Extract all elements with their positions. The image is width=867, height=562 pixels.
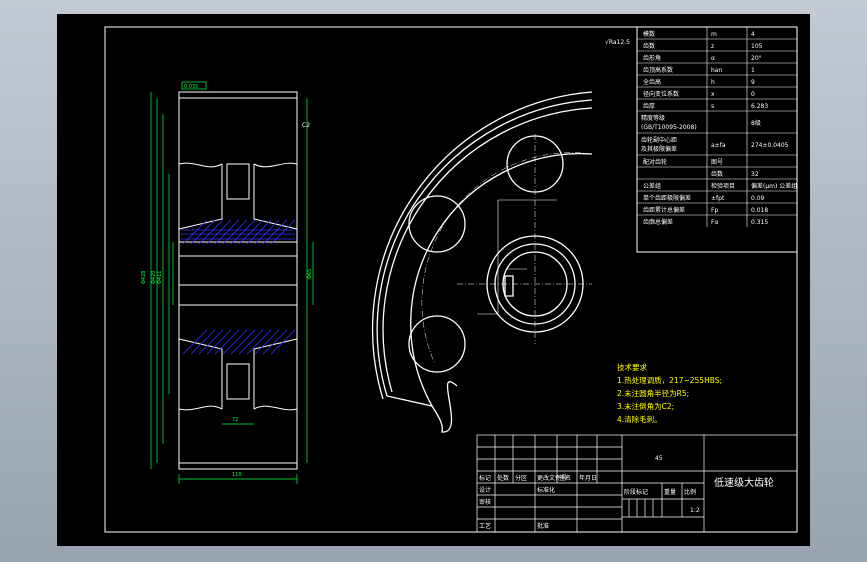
param-label: 齿廓总偏差 (643, 218, 673, 226)
param-value: 105 (751, 43, 763, 50)
param-label: 齿距累计总偏差 (643, 206, 685, 214)
tech-item-1: 1.热处理调质，217~255HBS; (617, 375, 722, 385)
param-value: 0.018 (751, 207, 768, 214)
param-label: 齿顶高系数 (643, 66, 673, 74)
param-symbol: Fp (711, 207, 718, 214)
dimension-lines (150, 81, 314, 484)
param-value: 0 (751, 91, 755, 98)
section-view (178, 91, 298, 470)
face-width-dim: 110 (232, 472, 242, 478)
roughness-note: √Ra12.5 (605, 39, 630, 46)
title-block-label: 标准化 (537, 486, 555, 494)
gear-parameter-table: 模数 m 4 齿数 z 105 齿形角 α 20° 齿顶高系数 han 1 全齿高 h 9 径向变位系数 x 0 齿… (636, 26, 798, 253)
title-block-label: 处数 (497, 474, 509, 482)
drawing-border (104, 26, 798, 533)
app-window: 110 72 Φ428 Φ420 Φ411 Φ65 0.035 C2 √Ra12… (0, 0, 867, 562)
tech-heading: 技术要求 (617, 362, 647, 372)
title-block-label: 签名 (559, 474, 571, 482)
param-value: 8级 (751, 119, 761, 127)
param-value: 4 (751, 31, 755, 38)
param-symbol: a±fa (711, 142, 726, 149)
param-symbol: 图号 (711, 159, 723, 166)
tech-requirements: 技术要求 1.热处理调质，217~255HBS; 2.未注圆角半径为R5; 3.… (617, 362, 722, 424)
param-label: 模数 (643, 30, 655, 38)
dim-callout-2: C2 (302, 122, 310, 129)
title-block-label: 设计 (479, 486, 491, 494)
title-block-label: 批准 (537, 522, 549, 530)
param-value: 1 (751, 67, 755, 74)
param-label: 全齿高 (643, 78, 661, 86)
param-symbol: z (711, 43, 714, 50)
dim-d65: Φ65 (307, 269, 313, 279)
dim-d428: Φ428 (141, 271, 147, 284)
param-label: 齿轮副中心距 (641, 136, 677, 144)
hub-width-dim: 72 (232, 417, 238, 423)
param-symbol: ±fpt (711, 195, 725, 202)
param-label: 径向变位系数 (643, 90, 679, 98)
param-symbol: h (711, 79, 715, 86)
tech-item-3: 3.未注倒角为C2; (617, 401, 674, 411)
param-value: 274±0.0405 (751, 142, 789, 149)
param-label: 齿形角 (643, 54, 661, 62)
param-value: 32 (751, 171, 759, 178)
param-label-sub: (GB/T10095-2008) (641, 124, 697, 131)
param-value: 9 (751, 79, 755, 86)
part-title: 低速级大齿轮 (714, 476, 774, 489)
param-symbol: Fα (711, 219, 718, 226)
front-view (371, 91, 593, 433)
param-label: 单个齿距极限偏差 (643, 194, 691, 202)
title-block-label: 工艺 (479, 522, 491, 530)
param-value: 6.283 (751, 103, 768, 110)
param-symbol: 齿数 (711, 170, 723, 178)
param-label-sub: 及其极限偏差 (641, 145, 677, 153)
dim-callout-1: 0.035 (184, 84, 198, 90)
param-symbol: x (711, 91, 715, 98)
title-block-label: 重量 (664, 488, 676, 496)
tech-item-2: 2.未注圆角半径为R5; (617, 388, 689, 398)
param-value: 0.315 (751, 219, 768, 226)
param-symbol: s (711, 103, 714, 110)
title-block-label: 审核 (479, 498, 491, 506)
param-label: 齿数 (643, 42, 655, 50)
param-label: 齿厚 (643, 102, 655, 110)
param-symbol: han (711, 67, 722, 74)
dim-d411: Φ411 (157, 271, 163, 284)
param-symbol: m (711, 31, 717, 38)
title-block-label: 标记 (479, 474, 491, 482)
param-symbol: α (711, 55, 715, 62)
section-hatch (181, 219, 296, 355)
tech-item-4: 4.清除毛刺。 (617, 414, 662, 424)
param-label: 公差组 (643, 182, 661, 190)
param-value: 0.09 (751, 195, 765, 202)
drawing-canvas[interactable]: 110 72 Φ428 Φ420 Φ411 Φ65 0.035 C2 √Ra12… (57, 14, 810, 546)
center-mark: 45 (655, 455, 663, 462)
param-label: 配对齿轮 (643, 158, 667, 166)
title-block-label: 分区 (515, 474, 527, 482)
param-value: 偏差(μm) 公差组 (751, 182, 797, 190)
title-block-label: 年月日 (579, 474, 597, 482)
param-symbol: 检验项目 (711, 182, 735, 190)
title-block-label: 比例 (684, 488, 696, 496)
title-block-label: 阶段标记 (624, 488, 648, 496)
param-value: 20° (751, 55, 762, 62)
scale-value: 1:2 (690, 507, 700, 514)
param-label: 精度等级 (641, 114, 665, 122)
